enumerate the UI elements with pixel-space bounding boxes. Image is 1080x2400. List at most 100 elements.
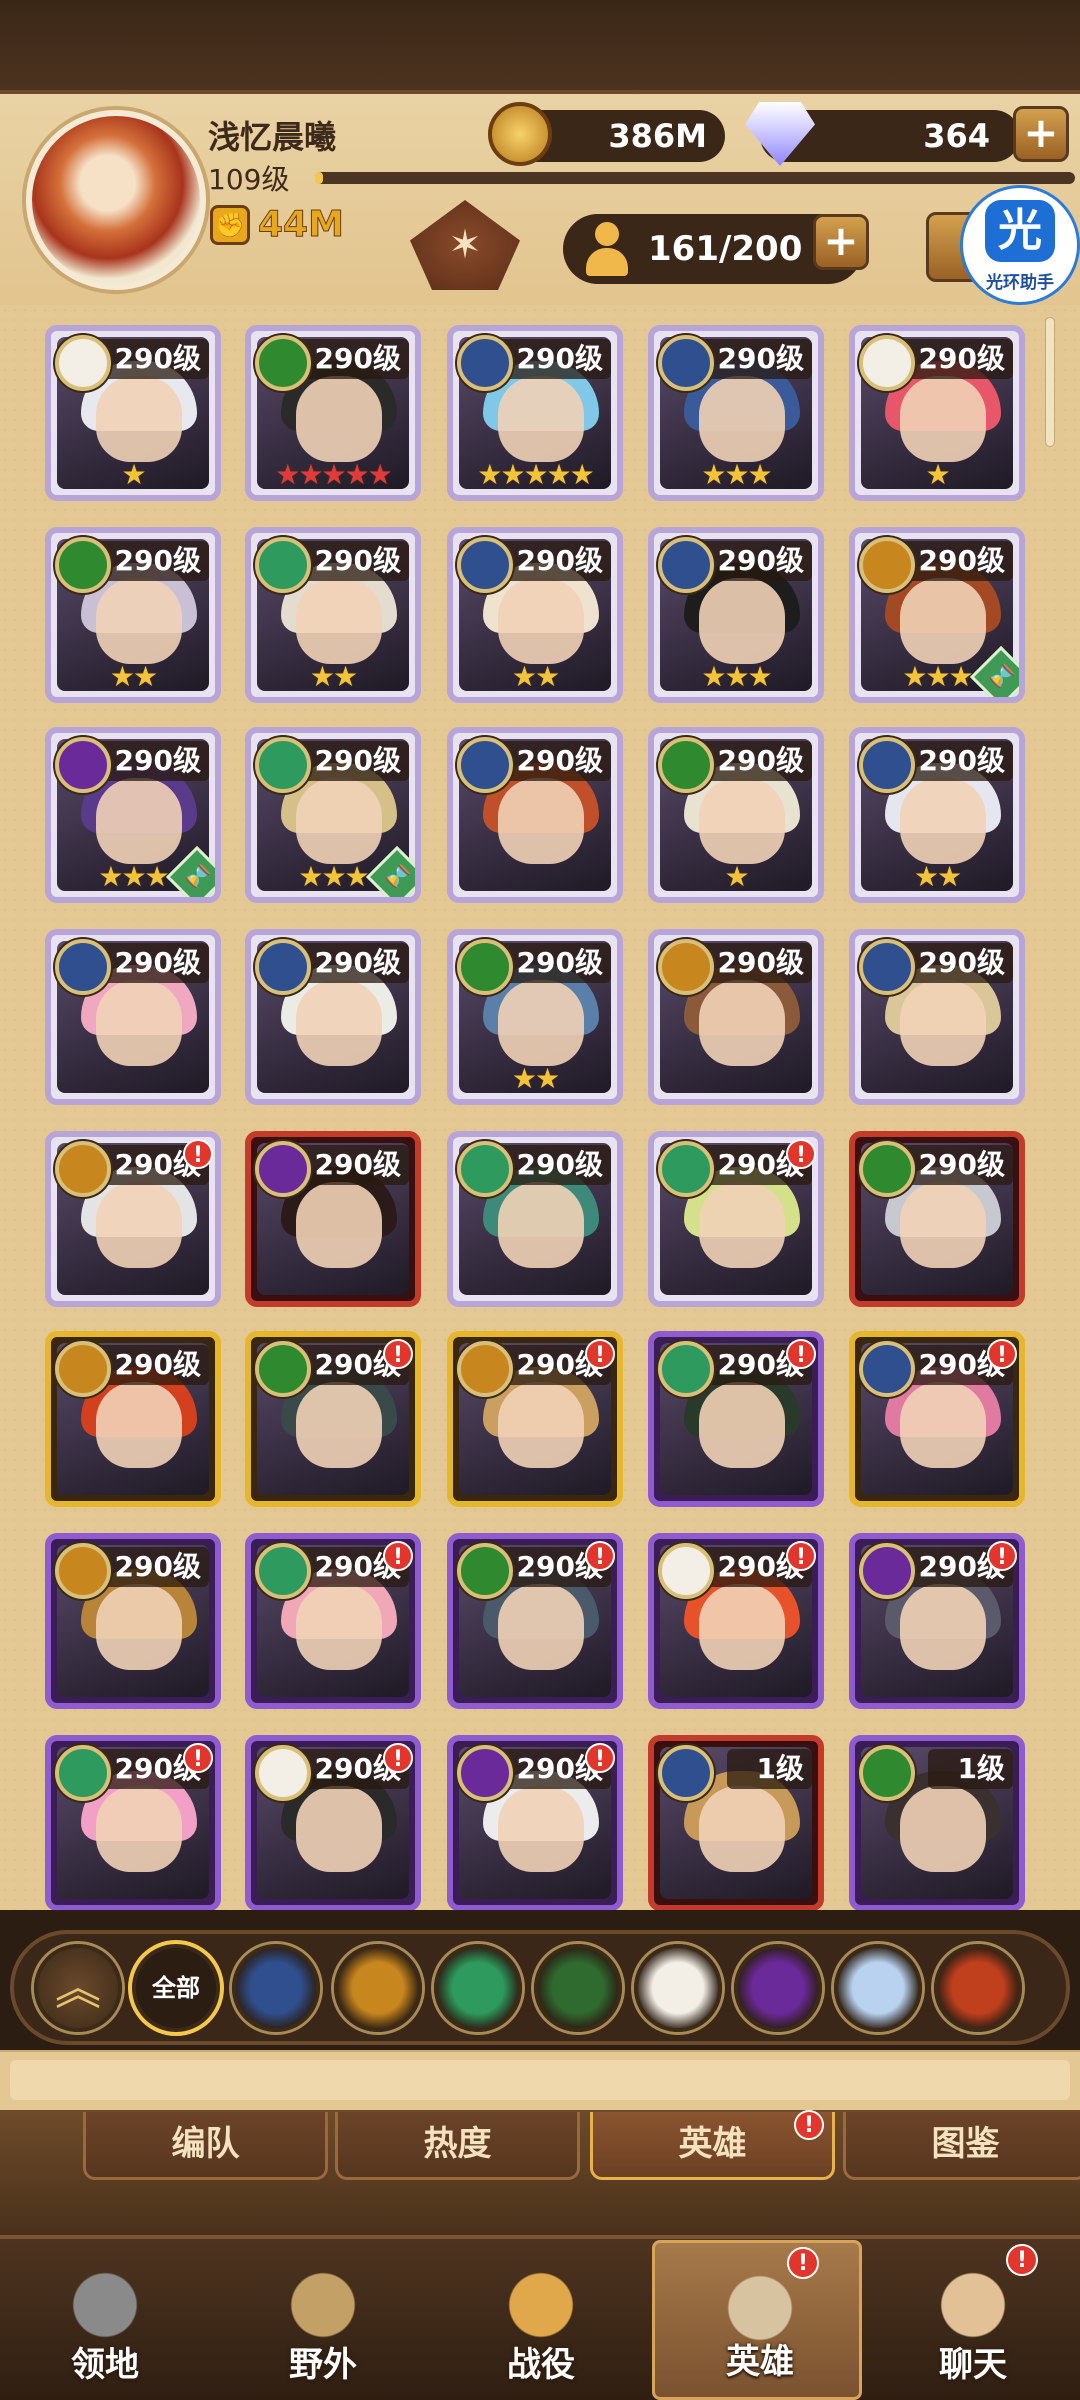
hero-card[interactable]: 290级 xyxy=(45,1331,221,1507)
hero-card[interactable]: 1级 xyxy=(648,1735,824,1910)
faction-icon xyxy=(457,1141,513,1197)
hero-face xyxy=(296,980,382,1066)
hero-card[interactable]: 290级 ★ xyxy=(45,325,221,501)
tab-popularity[interactable]: 热度 xyxy=(335,2112,580,2180)
hero-card[interactable]: 290级 ★★★ ⌛ xyxy=(245,727,421,903)
assistant-overlay[interactable]: 光 光环助手 xyxy=(960,185,1080,305)
filter-graveborn-button[interactable] xyxy=(534,1944,622,2032)
nav-territory[interactable]: 领地 xyxy=(0,2240,210,2400)
hero-card[interactable]: 290级 ★★ xyxy=(447,929,623,1105)
star-rating: ★★★★★ xyxy=(275,458,393,491)
hero-card[interactable]: 290级! xyxy=(648,1131,824,1307)
hero-card[interactable]: 290级! xyxy=(648,1331,824,1507)
hero-card[interactable]: 290级 ★★ xyxy=(45,527,221,703)
hero-card[interactable]: 290级 xyxy=(447,1131,623,1307)
hero-face xyxy=(498,980,584,1066)
hero-face xyxy=(699,578,785,664)
nav-campaign[interactable]: 战役 xyxy=(436,2240,646,2400)
add-gems-button[interactable]: + xyxy=(1013,106,1069,162)
hero-card[interactable]: 290级 xyxy=(45,1533,221,1709)
hero-card[interactable]: 290级! xyxy=(447,1533,623,1709)
hero-card[interactable]: 290级! xyxy=(849,1331,1025,1507)
hero-card[interactable]: 290级 xyxy=(245,1131,421,1307)
filter-hypogean-button[interactable] xyxy=(734,1944,822,2032)
hero-face xyxy=(900,778,986,864)
fist-icon: ✊ xyxy=(210,204,250,245)
combat-power: ✊ 44M xyxy=(210,204,345,246)
faction-icon xyxy=(55,537,111,593)
notification-badge: ! xyxy=(383,1541,413,1571)
hero-card[interactable]: 290级! xyxy=(245,1533,421,1709)
gold-coin-icon xyxy=(488,102,552,166)
combat-power-value: 44M xyxy=(258,204,345,246)
nav-chat[interactable]: 聊天! xyxy=(868,2240,1078,2400)
hero-card[interactable]: 290级 ★★★ xyxy=(648,325,824,501)
filter-all-button[interactable]: 全部 xyxy=(132,1944,220,2032)
hero-card[interactable]: 290级 xyxy=(447,727,623,903)
hero-card[interactable]: 290级 ★★★ xyxy=(648,527,824,703)
filter-wilder-button[interactable] xyxy=(434,1944,522,2032)
hero-face xyxy=(498,1786,584,1872)
hero-card[interactable]: 290级 ★★★ ⌛ xyxy=(45,727,221,903)
scrollbar[interactable] xyxy=(1045,317,1055,447)
hero-face xyxy=(96,578,182,664)
hero-card[interactable]: 290级 ★★ xyxy=(245,527,421,703)
expand-hero-slots-button[interactable]: + xyxy=(813,214,869,270)
collapse-up-button[interactable]: ︽ xyxy=(34,1944,122,2032)
hero-card[interactable]: 290级 ★★★★★ xyxy=(447,325,623,501)
hero-card[interactable]: 290级 xyxy=(45,929,221,1105)
nav-wild[interactable]: 野外 xyxy=(218,2240,428,2400)
hero-face xyxy=(900,980,986,1066)
filter-dimensional-button[interactable] xyxy=(834,1944,922,2032)
faction-icon xyxy=(859,1341,915,1397)
star-rating: ★★ xyxy=(109,660,158,693)
hero-card[interactable]: 290级! xyxy=(245,1735,421,1910)
notification-badge: ! xyxy=(585,1339,615,1369)
hero-face xyxy=(296,1182,382,1268)
star-rating: ★★ xyxy=(511,660,560,693)
hero-card[interactable]: 290级! xyxy=(45,1735,221,1910)
hero-card[interactable]: 290级 xyxy=(849,1131,1025,1307)
tab-heroes[interactable]: 英雄! xyxy=(590,2110,835,2180)
filter-celestial-button[interactable] xyxy=(634,1944,722,2032)
filter-lightbearer-button[interactable] xyxy=(232,1944,320,2032)
hero-card[interactable]: 290级 ★★ xyxy=(849,727,1025,903)
hero-card[interactable]: 290级 xyxy=(245,929,421,1105)
faction-icon xyxy=(55,1745,111,1801)
assistant-logo-icon: 光 xyxy=(985,200,1055,262)
hero-card[interactable]: 290级! xyxy=(45,1131,221,1307)
hero-face xyxy=(498,1182,584,1268)
hero-card[interactable]: 1级 xyxy=(849,1735,1025,1910)
hero-card[interactable]: 290级 ★★ xyxy=(447,527,623,703)
faction-icon xyxy=(55,939,111,995)
hero-card[interactable]: 290级 xyxy=(849,929,1025,1105)
tab-codex[interactable]: 图鉴 xyxy=(843,2112,1080,2180)
hero-face xyxy=(699,980,785,1066)
tab-formation[interactable]: 编队 xyxy=(83,2112,328,2180)
hero-card[interactable]: 290级! xyxy=(648,1533,824,1709)
hero-card[interactable]: 290级 ★★★ ⌛ xyxy=(849,527,1025,703)
map-scroll-icon xyxy=(263,2250,383,2350)
filter-draconis-button[interactable] xyxy=(934,1944,1022,2032)
hero-grid[interactable]: 290级 ★ 290级 ★★★★★ 290级 ★★★★★ 290级 ★★★ 290级 ★ 290级 ★… xyxy=(0,305,1080,1910)
nav-heroes[interactable]: 英雄! xyxy=(652,2240,862,2400)
hero-level: 1级 xyxy=(927,1749,1013,1789)
hero-face xyxy=(96,1584,182,1670)
faction-icon xyxy=(55,1341,111,1397)
top-status-area xyxy=(0,0,1080,90)
notification-badge: ! xyxy=(987,1541,1017,1571)
faction-icon xyxy=(255,1543,311,1599)
notification-badge: ! xyxy=(1006,2244,1038,2276)
player-avatar[interactable] xyxy=(26,110,206,290)
hero-card[interactable]: 290级! xyxy=(447,1331,623,1507)
hero-level: 1级 xyxy=(726,1749,812,1789)
hero-card[interactable]: 290级! xyxy=(849,1533,1025,1709)
hero-card[interactable]: 290级! xyxy=(447,1735,623,1910)
hero-card[interactable]: 290级 ★ xyxy=(849,325,1025,501)
filter-mauler-button[interactable] xyxy=(334,1944,422,2032)
hero-card[interactable]: 290级 ★★★★★ xyxy=(245,325,421,501)
hero-face xyxy=(96,980,182,1066)
hero-card[interactable]: 290级! xyxy=(245,1331,421,1507)
hero-card[interactable]: 290级 ★ xyxy=(648,727,824,903)
hero-card[interactable]: 290级 xyxy=(648,929,824,1105)
